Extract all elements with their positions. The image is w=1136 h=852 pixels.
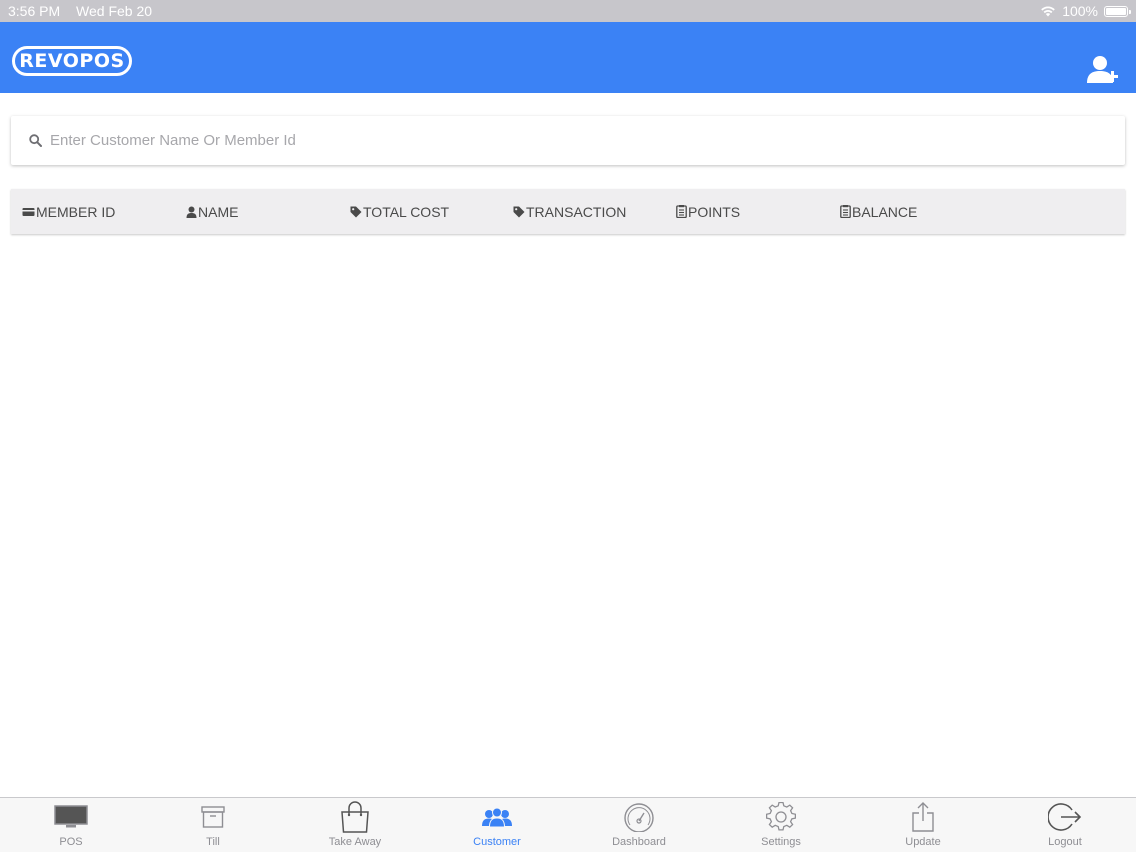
column-label: TOTAL COST xyxy=(363,203,450,220)
status-bar: 3:56 PM Wed Feb 20 100% xyxy=(0,0,1136,22)
logout-icon xyxy=(1048,803,1082,831)
customer-search-bar[interactable] xyxy=(11,116,1125,165)
battery-percent: 100% xyxy=(1062,3,1098,19)
status-date: Wed Feb 20 xyxy=(76,3,153,19)
tab-label: Take Away xyxy=(328,836,382,848)
tab-label: Settings xyxy=(761,836,801,848)
tab-label: Dashboard xyxy=(612,836,666,848)
column-label: BALANCE xyxy=(852,203,918,220)
tab-label: POS xyxy=(59,836,83,848)
tab-pos[interactable]: POS xyxy=(0,798,142,852)
share-icon xyxy=(912,802,934,832)
search-icon xyxy=(29,134,42,147)
clipboard-icon xyxy=(840,205,851,218)
gear-icon xyxy=(766,802,796,831)
column-name[interactable]: NAME xyxy=(186,189,238,234)
column-label: POINTS xyxy=(688,203,741,220)
card-icon xyxy=(22,207,35,216)
tab-label: Update xyxy=(905,836,941,848)
tab-settings[interactable]: Settings xyxy=(710,798,852,852)
tag-icon xyxy=(513,206,525,217)
column-transaction[interactable]: TRANSACTION xyxy=(513,189,626,234)
tab-label: Logout xyxy=(1048,836,1082,848)
revopos-logo: REVOPOS xyxy=(12,46,132,76)
status-bar-left: 3:56 PM Wed Feb 20 xyxy=(8,3,164,19)
speedometer-icon xyxy=(624,803,654,832)
wifi-icon xyxy=(1041,6,1055,17)
add-user-icon xyxy=(1087,56,1118,83)
column-balance[interactable]: BALANCE xyxy=(840,189,917,234)
tab-label: Customer xyxy=(473,836,521,848)
status-bar-right: 100% xyxy=(1040,3,1131,19)
tab-take-away[interactable]: Take Away xyxy=(284,798,426,852)
column-total-cost[interactable]: TOTAL COST xyxy=(350,189,449,234)
monitor-icon xyxy=(54,805,88,828)
bottom-tab-bar: POS Till Take Away Customer Dashboard Se… xyxy=(0,797,1136,852)
clipboard-icon xyxy=(676,205,687,218)
tab-till[interactable]: Till xyxy=(142,798,284,852)
column-label: NAME xyxy=(198,203,239,220)
tab-dashboard[interactable]: Dashboard xyxy=(568,798,710,852)
customer-table-header: MEMBER ID NAME TOTAL COST TRANSACTION PO… xyxy=(11,189,1125,234)
column-points[interactable]: POINTS xyxy=(676,189,740,234)
tab-customer[interactable]: Customer xyxy=(426,798,568,852)
app-header: REVOPOS xyxy=(0,22,1136,93)
tab-logout[interactable]: Logout xyxy=(994,798,1136,852)
tab-update[interactable]: Update xyxy=(852,798,994,852)
battery-icon xyxy=(1104,5,1131,17)
users-icon xyxy=(482,807,512,828)
status-time: 3:56 PM xyxy=(8,3,61,19)
column-label: MEMBER ID xyxy=(36,203,116,220)
column-label: TRANSACTION xyxy=(526,203,627,220)
customer-search-input[interactable] xyxy=(50,132,1050,149)
column-member-id[interactable]: MEMBER ID xyxy=(22,189,115,234)
person-icon xyxy=(186,206,197,218)
archive-icon xyxy=(201,806,225,828)
tab-label: Till xyxy=(206,836,220,848)
bag-icon xyxy=(341,801,369,833)
add-customer-button[interactable] xyxy=(1086,54,1120,84)
tag-icon xyxy=(350,206,362,217)
